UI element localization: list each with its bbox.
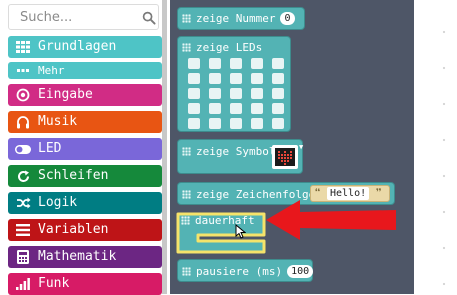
grip-icon bbox=[182, 14, 191, 23]
led-cell[interactable] bbox=[209, 88, 221, 99]
icon-dropdown[interactable] bbox=[272, 145, 298, 169]
led-cell[interactable] bbox=[209, 118, 221, 129]
led-cell[interactable] bbox=[188, 73, 200, 84]
calculator-icon bbox=[14, 250, 32, 264]
list-icon bbox=[14, 223, 32, 237]
category-label: Musik bbox=[38, 114, 78, 129]
dropdown-arrow-icon[interactable]: ▼ bbox=[299, 143, 303, 151]
category-label: Eingabe bbox=[38, 87, 93, 102]
target-icon bbox=[14, 88, 32, 102]
toggle-icon bbox=[14, 142, 32, 156]
refresh-icon bbox=[14, 169, 32, 183]
led-cell[interactable] bbox=[230, 88, 242, 99]
number-input[interactable]: 100 bbox=[287, 265, 314, 278]
shuffle-icon bbox=[14, 196, 32, 210]
led-cell[interactable] bbox=[251, 58, 263, 69]
led-cell[interactable] bbox=[188, 88, 200, 99]
block-label: pausiere (ms) bbox=[196, 265, 283, 278]
led-cell[interactable] bbox=[188, 103, 200, 114]
led-cell[interactable] bbox=[209, 58, 221, 69]
grip-icon bbox=[182, 43, 191, 52]
led-cell[interactable] bbox=[251, 118, 263, 129]
grip-icon bbox=[182, 147, 191, 156]
toolbox: Grundlagen Mehr Eingabe Musik LED Schlei… bbox=[0, 0, 170, 295]
search-icon[interactable] bbox=[142, 11, 156, 25]
search-box[interactable] bbox=[8, 4, 159, 30]
category-mehr[interactable]: Mehr bbox=[8, 62, 162, 79]
category-label: LED bbox=[38, 141, 62, 156]
grip-icon bbox=[182, 267, 191, 276]
category-label: Variablen bbox=[38, 222, 109, 237]
led-cell[interactable] bbox=[272, 88, 284, 99]
led-cell[interactable] bbox=[188, 58, 200, 69]
grid-icon bbox=[14, 40, 32, 54]
red-arrow-icon bbox=[266, 200, 396, 240]
category-mathematik[interactable]: Mathematik bbox=[8, 246, 162, 268]
block-show-leds[interactable]: zeige LEDs bbox=[177, 36, 291, 132]
category-label: Funk bbox=[38, 276, 70, 291]
category-schleifen[interactable]: Schleifen bbox=[8, 165, 162, 187]
grip-icon bbox=[181, 216, 190, 225]
led-cell[interactable] bbox=[272, 73, 284, 84]
toolbox-scrollbar[interactable] bbox=[162, 0, 167, 294]
led-cell[interactable] bbox=[230, 118, 242, 129]
category-label: Logik bbox=[38, 195, 78, 210]
search-input[interactable] bbox=[9, 5, 140, 29]
flyout-panel: zeige Nummer 0 zeige LEDs zeige Symbol ▼… bbox=[170, 0, 414, 294]
block-label: zeige Nummer bbox=[196, 12, 276, 25]
grip-icon bbox=[182, 190, 191, 199]
led-cell[interactable] bbox=[230, 58, 242, 69]
led-cell[interactable] bbox=[230, 73, 242, 84]
led-cell[interactable] bbox=[209, 103, 221, 114]
category-eingabe[interactable]: Eingabe bbox=[8, 84, 162, 106]
led-cell[interactable] bbox=[209, 73, 221, 84]
signal-icon bbox=[14, 277, 32, 291]
led-cell[interactable] bbox=[230, 103, 242, 114]
category-led[interactable]: LED bbox=[8, 138, 162, 160]
category-variablen[interactable]: Variablen bbox=[8, 219, 162, 241]
block-label: zeige Symbol bbox=[196, 145, 276, 158]
block-show-number[interactable]: zeige Nummer 0 bbox=[177, 7, 305, 30]
category-funk[interactable]: Funk bbox=[8, 273, 162, 295]
led-cell[interactable] bbox=[272, 118, 284, 129]
category-logik[interactable]: Logik bbox=[8, 192, 162, 214]
block-pause[interactable]: pausiere (ms) 100 bbox=[177, 259, 314, 282]
led-cell[interactable] bbox=[188, 118, 200, 129]
category-label: Grundlagen bbox=[38, 39, 117, 54]
block-label: zeige LEDs bbox=[196, 41, 263, 54]
headphones-icon bbox=[14, 115, 32, 129]
category-grundlagen[interactable]: Grundlagen bbox=[8, 36, 162, 58]
led-cell[interactable] bbox=[251, 103, 263, 114]
block-show-icon[interactable]: zeige Symbol ▼ bbox=[177, 139, 303, 174]
category-label: Schleifen bbox=[38, 168, 109, 183]
number-input[interactable]: 0 bbox=[280, 12, 295, 25]
category-label: Mathematik bbox=[38, 249, 117, 264]
heart-icon bbox=[275, 148, 295, 166]
category-musik[interactable]: Musik bbox=[8, 111, 162, 133]
led-cell[interactable] bbox=[272, 58, 284, 69]
led-cell[interactable] bbox=[251, 73, 263, 84]
editor-canvas[interactable] bbox=[414, 0, 457, 294]
led-cell[interactable] bbox=[272, 103, 284, 114]
category-label: Mehr bbox=[38, 64, 65, 77]
mouse-cursor-icon bbox=[235, 224, 246, 239]
led-cell[interactable] bbox=[251, 88, 263, 99]
dots-icon bbox=[14, 64, 32, 78]
